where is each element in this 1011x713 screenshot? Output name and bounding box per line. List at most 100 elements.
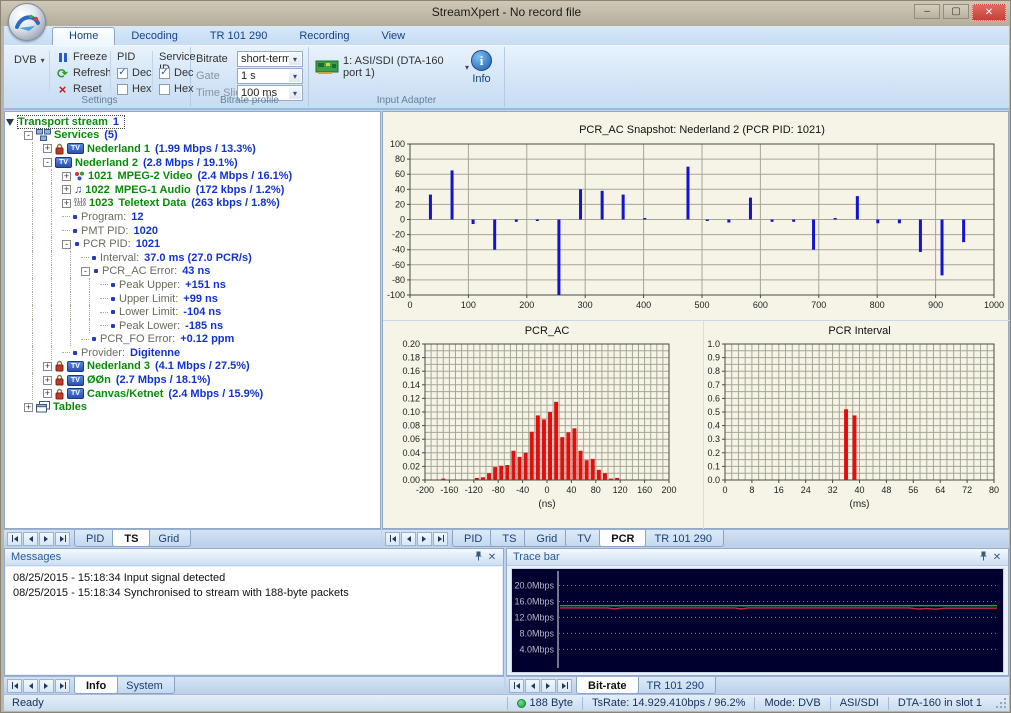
- close-icon[interactable]: ✕: [990, 552, 1004, 563]
- tree-indent-guide: [5, 129, 24, 143]
- expand-icon[interactable]: +: [62, 172, 71, 181]
- messages-scroll-last-button[interactable]: [55, 679, 70, 693]
- pid-dec-checkbox[interactable]: ✓ Dec: [117, 67, 152, 79]
- charts-scroll-next-button[interactable]: [417, 532, 432, 546]
- trace-scroll-first-button[interactable]: [509, 679, 524, 693]
- ribbon-tab-view[interactable]: View: [365, 28, 421, 45]
- ribbon-tab-decoding[interactable]: Decoding: [115, 28, 193, 45]
- gate-combo[interactable]: 1 s▾: [237, 68, 303, 84]
- tree-item[interactable]: -PCR PID:1021: [5, 237, 380, 251]
- expand-icon[interactable]: +: [43, 144, 52, 153]
- tree-indent-guide: [5, 183, 24, 197]
- svg-text:16.0Mbps: 16.0Mbps: [514, 596, 554, 606]
- tree-item[interactable]: Lower Limit:-104 ns: [5, 305, 380, 319]
- charts-tab-grid[interactable]: Grid: [524, 530, 569, 547]
- tree-item[interactable]: Interval:37.0 ms (27.0 PCR/s): [5, 251, 380, 265]
- tree-item[interactable]: +011010101023Teletext Data(263 kbps / 1.…: [5, 197, 380, 211]
- tree-item[interactable]: +TVØØn(2.7 Mbps / 18.1%): [5, 373, 380, 387]
- messages-tab-info[interactable]: Info: [74, 677, 118, 694]
- service-id-hex-checkbox[interactable]: Hex: [159, 83, 194, 95]
- tree-item[interactable]: Transport stream1: [5, 115, 380, 129]
- tree-scroll-last-button[interactable]: [55, 532, 70, 546]
- ribbon-tab-home[interactable]: Home: [52, 27, 115, 45]
- tree-item[interactable]: -Services(5): [5, 129, 380, 143]
- charts-tab-tr-101-290[interactable]: TR 101 290: [642, 530, 723, 547]
- messages-scroll-first-button[interactable]: [7, 679, 22, 693]
- trace-tab-tr-101-290[interactable]: TR 101 290: [635, 677, 716, 694]
- info-button[interactable]: i Info: [471, 50, 492, 85]
- trace-scroll-next-button[interactable]: [541, 679, 556, 693]
- messages-scroll-prev-button[interactable]: [23, 679, 38, 693]
- messages-scroll-next-button[interactable]: [39, 679, 54, 693]
- collapse-icon[interactable]: -: [43, 158, 52, 167]
- charts-scroll-first-button[interactable]: [385, 532, 400, 546]
- tree-item[interactable]: -TVNederland 2(2.8 Mbps / 19.1%): [5, 156, 380, 170]
- tree-item[interactable]: Peak Lower:-185 ns: [5, 319, 380, 333]
- tree-item[interactable]: +TVNederland 3(4.1 Mbps / 27.5%): [5, 360, 380, 374]
- charts-scroll-prev-button[interactable]: [401, 532, 416, 546]
- ribbon-tab-recording[interactable]: Recording: [283, 28, 365, 45]
- tree-tab-pid[interactable]: PID: [74, 530, 116, 547]
- tree-item-label: 1021: [88, 170, 112, 182]
- svg-text:80: 80: [591, 485, 601, 495]
- expand-icon[interactable]: +: [43, 376, 52, 385]
- refresh-button[interactable]: ⟳ Refresh: [56, 67, 112, 79]
- resize-grip[interactable]: [995, 697, 1007, 709]
- expand-icon[interactable]: +: [43, 362, 52, 371]
- tree-item[interactable]: +Tables: [5, 400, 380, 414]
- pin-icon[interactable]: [976, 551, 990, 564]
- tree-tab-grid[interactable]: Grid: [146, 530, 191, 547]
- tree-item[interactable]: +1021MPEG-2 Video(2.4 Mbps / 16.1%): [5, 169, 380, 183]
- title-bar[interactable]: StreamXpert - No record file – ▢ ✕: [1, 1, 1011, 26]
- tree-scroll-first-button[interactable]: [7, 532, 22, 546]
- collapse-icon[interactable]: -: [81, 267, 90, 276]
- service-id-dec-checkbox[interactable]: ✓ Dec: [159, 67, 194, 79]
- trace-scroll-last-button[interactable]: [557, 679, 572, 693]
- tree-item[interactable]: PCR_FO Error:+0.12 ppm: [5, 333, 380, 347]
- tree-item-text: 1022MPEG-1 Audio(172 kbps / 1.2%): [85, 184, 289, 196]
- tree-item[interactable]: Peak Upper:+151 ns: [5, 278, 380, 292]
- close-button[interactable]: ✕: [972, 4, 1006, 21]
- collapse-icon[interactable]: -: [62, 240, 71, 249]
- expand-icon[interactable]: +: [24, 403, 33, 412]
- tree-item[interactable]: +TVCanvas/Ketnet(2.4 Mbps / 15.9%): [5, 387, 380, 401]
- application-menu-orb[interactable]: [8, 3, 46, 41]
- charts-tab-tv[interactable]: TV: [565, 530, 603, 547]
- trace-scroll-prev-button[interactable]: [525, 679, 540, 693]
- minimize-button[interactable]: –: [914, 4, 940, 19]
- charts-tab-pid[interactable]: PID: [452, 530, 494, 547]
- tree-item[interactable]: Provider:Digitenne: [5, 346, 380, 360]
- trace-tab-bit-rate[interactable]: Bit-rate: [576, 677, 639, 694]
- tree-item-label: 1: [113, 116, 119, 128]
- pin-icon[interactable]: [471, 551, 485, 564]
- maximize-button[interactable]: ▢: [943, 4, 969, 19]
- reset-button[interactable]: × Reset: [56, 83, 102, 95]
- freeze-button[interactable]: Freeze: [56, 51, 107, 63]
- expand-icon[interactable]: +: [62, 199, 71, 208]
- svg-text:160: 160: [637, 485, 652, 495]
- tree-item[interactable]: PMT PID:1020: [5, 224, 380, 238]
- svg-text:PCR Interval: PCR Interval: [828, 325, 890, 337]
- tree-tab-ts[interactable]: TS: [112, 530, 150, 547]
- checkbox-icon: [117, 84, 128, 95]
- charts-tab-ts[interactable]: TS: [490, 530, 528, 547]
- expand-icon[interactable]: +: [62, 185, 71, 194]
- tree-item[interactable]: -PCR_AC Error:43 ns: [5, 265, 380, 279]
- expand-icon[interactable]: +: [43, 389, 52, 398]
- messages-tab-system[interactable]: System: [114, 677, 175, 694]
- tree-item[interactable]: +TVNederland 1(1.99 Mbps / 13.3%): [5, 142, 380, 156]
- close-icon[interactable]: ✕: [485, 552, 499, 563]
- charts-scroll-last-button[interactable]: [433, 532, 448, 546]
- ribbon-tab-tr-101-290[interactable]: TR 101 290: [194, 28, 283, 45]
- tree-scroll-next-button[interactable]: [39, 532, 54, 546]
- tree-item[interactable]: Upper Limit:+99 ns: [5, 292, 380, 306]
- pid-hex-checkbox[interactable]: Hex: [117, 83, 152, 95]
- bitrate-combo[interactable]: short-term▾: [237, 51, 303, 67]
- tree-scroll-prev-button[interactable]: [23, 532, 38, 546]
- tree-item[interactable]: Program:12: [5, 210, 380, 224]
- collapse-icon[interactable]: -: [24, 131, 33, 140]
- dvb-dropdown-button[interactable]: DVB▾: [14, 54, 45, 66]
- input-adapter-selector[interactable]: 1: ASI/SDI (DTA-160 port 1) ▾: [315, 55, 469, 79]
- charts-tab-pcr[interactable]: PCR: [599, 530, 646, 547]
- tree-item[interactable]: +♫1022MPEG-1 Audio(172 kbps / 1.2%): [5, 183, 380, 197]
